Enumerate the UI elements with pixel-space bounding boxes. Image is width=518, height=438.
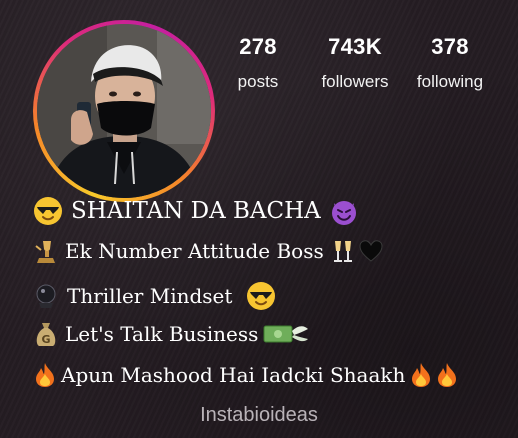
posts-count: 278: [239, 34, 277, 59]
fire-emoji-icon: [33, 362, 57, 388]
followers-count: 743K: [328, 34, 382, 59]
following-stat[interactable]: 378 following: [404, 34, 496, 92]
posts-stat[interactable]: 278 posts: [224, 34, 292, 92]
fire-emoji-icon: [435, 362, 459, 388]
avatar[interactable]: [37, 24, 211, 198]
bio-line-4-text: Let's Talk Business: [65, 322, 259, 346]
followers-stat[interactable]: 743K followers: [309, 34, 401, 92]
bio-line-4: G Let's Talk Business: [33, 320, 310, 348]
bio-line-3-text: Thriller Mindset: [67, 284, 233, 308]
champagne-toast-emoji-icon: [330, 238, 356, 264]
story-ring[interactable]: [33, 20, 215, 202]
smiling-devil-emoji-icon: [329, 196, 359, 226]
following-label: following: [416, 72, 484, 91]
posts-label: posts: [237, 72, 279, 91]
crystal-ball-emoji-icon: [33, 283, 59, 309]
bio-line-5: Apun Mashood Hai Iadcki Shaakh: [33, 362, 459, 388]
bio-line-3: Thriller Mindset: [33, 281, 276, 311]
sunglasses-emoji-icon: [246, 281, 276, 311]
bio-line-5-text: Apun Mashood Hai Iadcki Shaakh: [61, 363, 406, 387]
sunglasses-emoji-icon: [33, 196, 63, 226]
money-bag-emoji-icon: G: [33, 320, 59, 348]
profile-photo-icon: [37, 24, 211, 198]
fire-emoji-icon: [409, 362, 433, 388]
bio-line-1: SHAITAN DA BACHA: [33, 196, 359, 226]
following-count: 378: [431, 34, 469, 59]
money-with-wings-emoji-icon: [262, 321, 310, 347]
bio-line-1-text: SHAITAN DA BACHA: [71, 198, 321, 224]
trophy-emoji-icon: [33, 238, 59, 264]
bio-line-2: Ek Number Attitude Boss: [33, 238, 384, 264]
followers-label: followers: [321, 72, 389, 91]
black-heart-emoji-icon: [358, 238, 384, 264]
svg-text:G: G: [41, 333, 50, 346]
bio-line-2-text: Ek Number Attitude Boss: [65, 239, 324, 263]
watermark: Instabioideas: [200, 404, 318, 426]
